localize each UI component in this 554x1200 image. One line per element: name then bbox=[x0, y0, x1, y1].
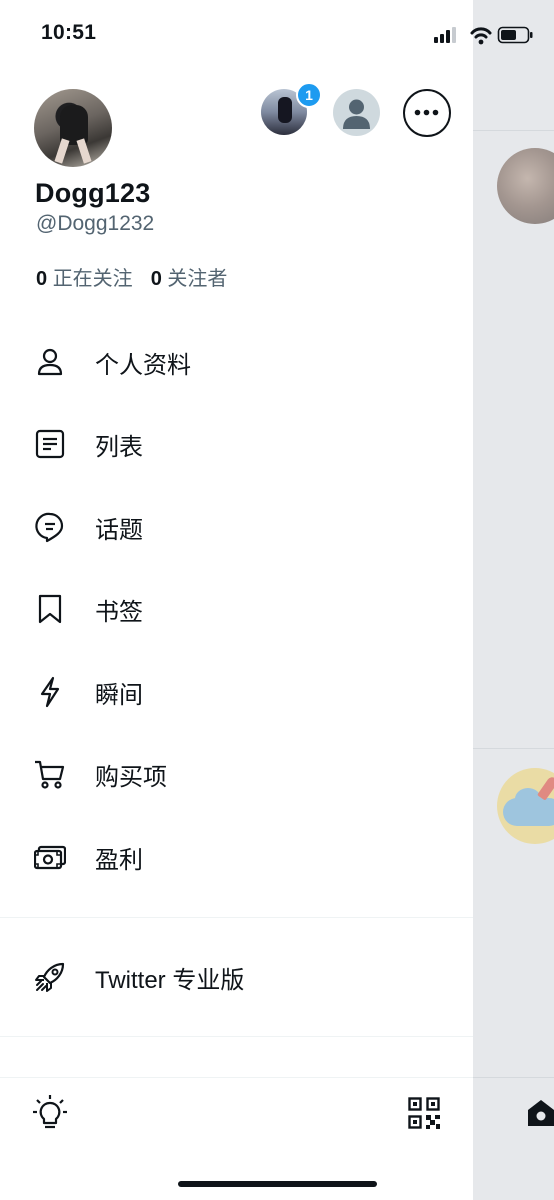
money-icon bbox=[34, 845, 66, 870]
followers-count: 0 bbox=[150, 268, 162, 290]
cart-icon bbox=[35, 760, 65, 789]
list-icon bbox=[35, 429, 65, 459]
follow-stats: 0 正在关注 0 关注者 bbox=[36, 262, 227, 291]
status-icons bbox=[434, 26, 533, 45]
menu-item-label: 书签 bbox=[95, 598, 143, 626]
menu-item-label: 话题 bbox=[95, 516, 143, 544]
menu-item-bookmarks[interactable]: 书签 bbox=[0, 568, 473, 650]
menu-item-purchases[interactable]: 购买项 bbox=[0, 733, 473, 815]
menu-item-label: 购买项 bbox=[95, 763, 167, 791]
lightbulb-icon[interactable] bbox=[32, 1094, 68, 1132]
wifi-icon bbox=[470, 27, 492, 45]
signal-icon bbox=[434, 27, 456, 43]
menu-item-moments[interactable]: 瞬间 bbox=[0, 651, 473, 733]
status-time: 10:51 bbox=[41, 21, 97, 44]
qr-code-icon[interactable] bbox=[408, 1097, 440, 1129]
notification-badge: 1 bbox=[296, 82, 322, 108]
following-link[interactable]: 0 正在关注 bbox=[36, 268, 133, 290]
person-icon bbox=[37, 348, 63, 376]
followers-label: 关注者 bbox=[167, 268, 228, 290]
home-indicator bbox=[178, 1181, 377, 1187]
more-accounts-button[interactable] bbox=[403, 89, 451, 137]
timeline-divider bbox=[473, 130, 554, 131]
menu-item-label: 瞬间 bbox=[95, 681, 143, 709]
menu-divider bbox=[0, 917, 473, 918]
battery-icon bbox=[497, 26, 533, 44]
rocket-icon bbox=[35, 962, 65, 992]
bottom-bar-divider bbox=[0, 1077, 473, 1078]
menu-item-label: Twitter 专业版 bbox=[95, 966, 245, 994]
home-icon[interactable] bbox=[526, 1098, 554, 1128]
menu-item-label: 盈利 bbox=[95, 846, 143, 874]
topics-icon bbox=[35, 512, 64, 543]
menu-item-label: 个人资料 bbox=[95, 351, 191, 379]
profile-avatar[interactable] bbox=[34, 89, 112, 167]
timeline-divider bbox=[473, 748, 554, 749]
followers-link[interactable]: 0 关注者 bbox=[151, 268, 228, 290]
following-count: 0 bbox=[36, 268, 48, 290]
menu-item-profile[interactable]: 个人资料 bbox=[0, 321, 473, 403]
display-name[interactable]: Dogg123 bbox=[35, 178, 150, 209]
bookmark-icon bbox=[38, 594, 62, 624]
person-placeholder-icon bbox=[343, 99, 370, 129]
lightning-icon bbox=[40, 676, 60, 708]
menu-item-lists[interactable]: 列表 bbox=[0, 403, 473, 485]
user-handle: @Dogg1232 bbox=[36, 212, 155, 235]
menu-item-topics[interactable]: 话题 bbox=[0, 486, 473, 568]
more-horizontal-icon bbox=[414, 109, 439, 116]
menu-divider bbox=[0, 1036, 473, 1037]
timeline-divider bbox=[473, 1077, 554, 1078]
menu-item-professional[interactable]: Twitter 专业版 bbox=[0, 936, 473, 1018]
default-avatar[interactable] bbox=[333, 89, 380, 136]
menu-item-monetization[interactable]: 盈利 bbox=[0, 816, 473, 898]
following-label: 正在关注 bbox=[52, 268, 133, 290]
menu-item-label: 列表 bbox=[95, 433, 143, 461]
